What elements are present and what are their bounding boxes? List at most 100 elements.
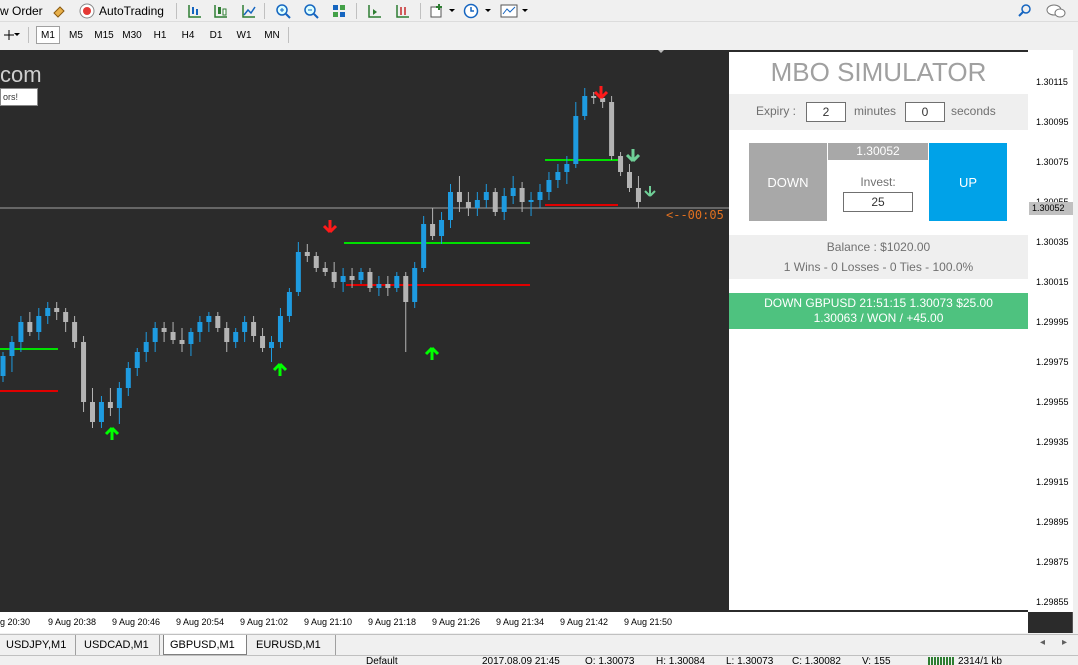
zoom-out-icon[interactable]: [302, 2, 320, 20]
trade-result: DOWN GBPUSD 21:51:15 1.30073 $25.00 1.30…: [729, 293, 1028, 329]
candle-body: [286, 292, 292, 316]
down-button[interactable]: DOWN: [749, 143, 827, 221]
candle-body: [251, 322, 257, 336]
timeframe-m30[interactable]: M30: [119, 26, 145, 44]
price-axis[interactable]: 1.30115 1.30095 1.30075 1.30055 1.30052 …: [1028, 50, 1073, 612]
candle-body: [376, 284, 382, 288]
tab-usdcad[interactable]: USDCAD,M1: [78, 635, 160, 655]
time-tick: 9 Aug 21:26: [432, 617, 481, 627]
indicators-dropdown-icon[interactable]: [449, 9, 455, 12]
toolbar-separator: [288, 27, 289, 43]
price-tick: 1.29955: [1036, 397, 1069, 407]
tools-dropdown-icon[interactable]: [14, 33, 20, 36]
chat-icon[interactable]: [1044, 2, 1068, 20]
timeframe-m15[interactable]: M15: [91, 26, 117, 44]
connection-bars-icon: [928, 657, 954, 665]
candle-body: [90, 402, 95, 422]
candle-body: [358, 272, 364, 280]
tab-eurusd[interactable]: EURUSD,M1: [250, 635, 336, 655]
candle-body: [161, 328, 167, 332]
periods-clock-icon[interactable]: [462, 2, 480, 20]
time-tick: 9 Aug 20:46: [112, 617, 161, 627]
candle-body: [81, 342, 87, 402]
status-traffic: 2314/1 kb: [958, 656, 1002, 665]
candle-body: [618, 156, 624, 172]
status-low: L: 1.30073: [726, 656, 774, 665]
timeframe-h4[interactable]: H4: [176, 26, 200, 44]
expiry-seconds-input[interactable]: 0: [905, 102, 945, 122]
panel-title: MBO SIMULATOR: [770, 57, 987, 87]
up-button[interactable]: UP: [929, 143, 1007, 221]
candle-body: [573, 116, 579, 164]
tab-usdjpy[interactable]: USDJPY,M1: [0, 635, 76, 655]
candle-body: [430, 224, 436, 236]
new-order-button[interactable]: w Order: [0, 0, 43, 22]
periods-dropdown-icon[interactable]: [485, 9, 491, 12]
candle-body: [474, 200, 480, 208]
candle-body: [519, 188, 525, 202]
autotrading-label: AutoTrading: [99, 4, 164, 18]
toolbar-separator: [264, 3, 265, 19]
tabs-scroll-right-icon[interactable]: ▸: [1062, 637, 1067, 648]
zoom-in-icon[interactable]: [274, 2, 292, 20]
candle-body: [206, 316, 212, 322]
autotrading-button[interactable]: AutoTrading: [78, 0, 164, 22]
time-tick: 9 Aug 21:10: [304, 617, 353, 627]
templates-icon[interactable]: [500, 2, 518, 20]
status-open: O: 1.30073: [585, 656, 635, 665]
candle-body: [0, 356, 6, 376]
search-icon[interactable]: [1016, 2, 1034, 20]
balance-text: Balance : $1020.00: [826, 240, 931, 254]
eraser-icon[interactable]: [50, 2, 68, 20]
expiry-minutes-input[interactable]: 2: [806, 102, 846, 122]
bar-chart-icon[interactable]: [186, 2, 204, 20]
candle-body: [313, 256, 319, 268]
toolbar-separator: [28, 27, 29, 43]
chart-tabs: USDJPY,M1 USDCAD,M1 GBPUSD,M1 EURUSD,M1 …: [0, 634, 1078, 655]
candle-body: [322, 268, 328, 272]
time-tick: 9 Aug 20:38: [48, 617, 97, 627]
candle-body: [152, 328, 158, 342]
auto-scroll-icon[interactable]: [366, 2, 384, 20]
new-order-label: w Order: [0, 4, 43, 18]
time-tick: 9 Aug 21:50: [624, 617, 673, 627]
arrow-down-icon: [625, 149, 641, 163]
candle-body: [582, 96, 588, 116]
candle-body: [125, 368, 131, 388]
status-bar: Default 2017.08.09 21:45 O: 1.30073 H: 1…: [0, 655, 1078, 665]
trade-result-line1: DOWN GBPUSD 21:51:15 1.30073 $25.00: [764, 296, 993, 310]
candle-body: [421, 224, 427, 268]
status-volume: V: 155: [862, 656, 891, 665]
balance-section: Balance : $1020.00 1 Wins - 0 Losses - 0…: [729, 235, 1028, 279]
candle-body: [591, 96, 597, 98]
line-chart-icon[interactable]: [240, 2, 258, 20]
time-axis[interactable]: g 20:30 9 Aug 20:38 9 Aug 20:46 9 Aug 20…: [0, 612, 1028, 633]
timeframe-h1[interactable]: H1: [148, 26, 172, 44]
tabs-scroll-left-icon[interactable]: ◂: [1040, 637, 1045, 648]
invest-input[interactable]: 25: [843, 192, 913, 212]
price-tick: 1.29935: [1036, 437, 1069, 447]
candle-body: [18, 322, 24, 342]
candlestick-icon[interactable]: [212, 2, 230, 20]
tile-windows-icon[interactable]: [330, 2, 348, 20]
chart-shift-icon[interactable]: [394, 2, 412, 20]
candle-body: [546, 180, 552, 192]
candle-body: [233, 332, 239, 342]
arrow-down-icon: [593, 86, 609, 100]
templates-dropdown-icon[interactable]: [522, 9, 528, 12]
price-tick: 1.30115: [1036, 77, 1068, 87]
candle-body: [269, 342, 274, 348]
timeframe-m5[interactable]: M5: [64, 26, 88, 44]
timeframe-m1[interactable]: M1: [36, 26, 60, 44]
tab-gbpusd[interactable]: GBPUSD,M1: [163, 635, 247, 655]
timeframe-w1[interactable]: W1: [232, 26, 256, 44]
countdown-label: <--00:05: [666, 208, 724, 222]
indicators-icon[interactable]: [428, 2, 446, 20]
price-tick: 1.29875: [1036, 557, 1069, 567]
timeframe-d1[interactable]: D1: [204, 26, 228, 44]
candle-body: [528, 200, 534, 202]
candle-body: [170, 332, 176, 340]
status-profile: Default: [366, 656, 398, 665]
timeframe-mn[interactable]: MN: [259, 26, 285, 44]
candle-body: [304, 252, 310, 256]
